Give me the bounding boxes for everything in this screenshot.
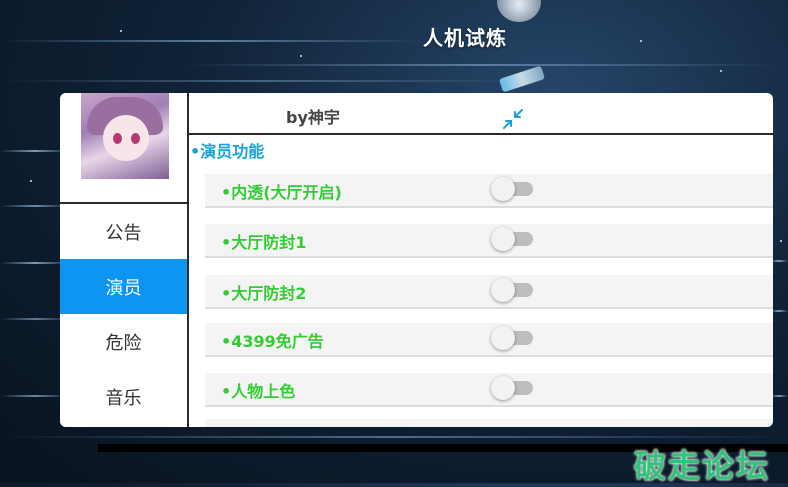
feature-label: •大厅防封2 [221,284,307,303]
game-logo-icon [497,0,541,22]
sidebar-item-actor[interactable]: 演员 [60,259,187,314]
avatar [81,93,169,179]
author-label: by神宇 [286,108,340,127]
feature-label: •人物上色 [221,382,296,401]
game-title: 人机试炼 [423,26,507,50]
feature-toggle[interactable] [491,227,533,251]
feature-toggle[interactable] [491,376,533,400]
sidebar-item-music[interactable]: 音乐 [60,369,187,424]
feature-row: •人物上色 [205,373,773,407]
feature-row: •大厅防封2 [205,275,773,309]
feature-row: •内透(大厅开启) [205,174,773,208]
sidebar-item-announcement[interactable]: 公告 [60,204,187,259]
watermark: 破走论坛 [634,447,771,485]
sidebar: 公告 演员 危险 音乐 [60,93,189,427]
content-area: by神宇 •演员功能 •内透(大厅开启) •大厅防封1 •大厅防封2 •4399… [189,93,773,427]
feature-row: •4399免广告 [205,323,773,357]
feature-label: •大厅防封1 [221,233,307,252]
feature-toggle[interactable] [491,326,533,350]
feature-row: •大厅防封1 [205,224,773,258]
panel-header: by神宇 [189,93,773,135]
collapse-icon[interactable] [501,107,525,131]
spaceship-icon [498,65,546,93]
feature-label: •内透(大厅开启) [221,183,342,202]
feature-toggle[interactable] [491,177,533,201]
cheat-menu-panel: 公告 演员 危险 音乐 by神宇 •演员功能 •内透(大厅开启) •大厅防封1 … [60,93,773,427]
section-title: •演员功能 [190,142,265,161]
sidebar-item-danger[interactable]: 危险 [60,314,187,369]
feature-label: •4399免广告 [221,332,324,351]
feature-toggle[interactable] [491,278,533,302]
feature-row-partial [205,419,773,427]
